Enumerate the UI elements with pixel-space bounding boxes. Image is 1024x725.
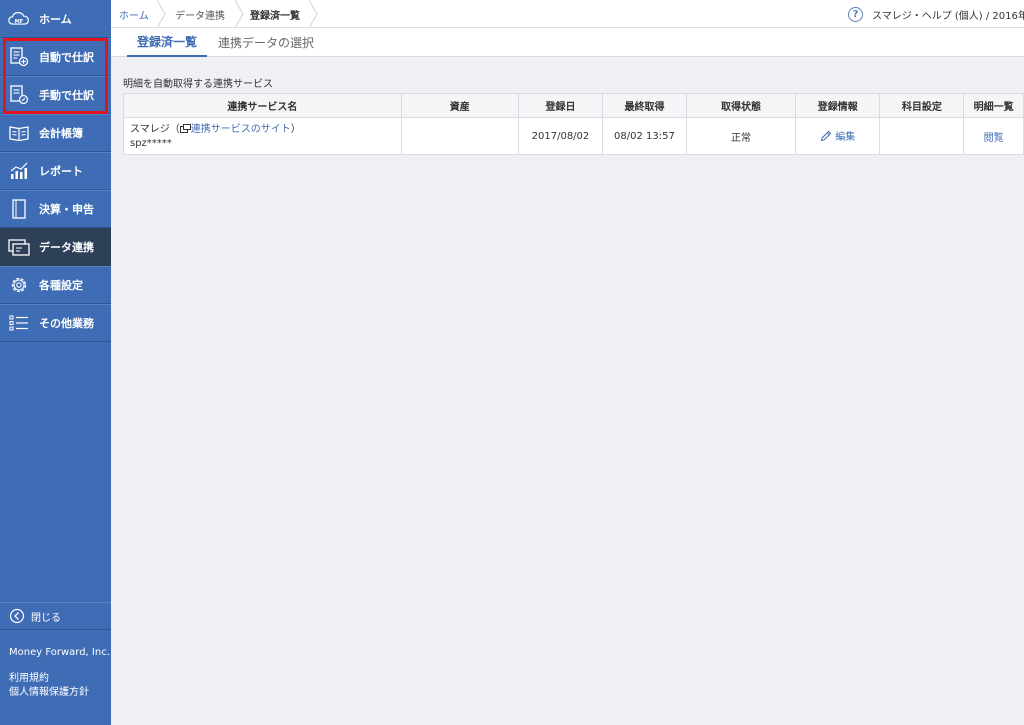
registered-date-cell: 2017/08/02 (517, 117, 604, 155)
sidebar-item-books[interactable]: 会計帳簿 (0, 114, 111, 152)
column-header-service-name: 連携サービス名 (123, 93, 402, 118)
column-header-registration-info: 登録情報 (795, 93, 881, 118)
tab-registered-list[interactable]: 登録済一覧 (127, 28, 208, 57)
sidebar: MF ホーム 自動で仕訳 手動で仕訳 会計帳簿 レポート 決算・申告 データ連携… (0, 0, 111, 725)
mf-badge-text: MF (15, 19, 24, 25)
sidebar-item-data-link[interactable]: データ連携 (0, 228, 111, 266)
cloud-mf-icon: MF (8, 8, 30, 30)
document-icon (8, 198, 30, 220)
column-header-last-fetched: 最終取得 (602, 93, 687, 118)
breadcrumb-home[interactable]: ホーム (119, 0, 149, 28)
subject-settings-cell (879, 117, 965, 155)
user-info[interactable]: スマレジ・ヘルプ (個人) / 2016年度 (872, 0, 1024, 28)
company-name: Money Forward, Inc. (9, 647, 110, 658)
breadcrumb-data-link[interactable]: データ連携 (175, 0, 225, 28)
section-title: 明細を自動取得する連携サービス (123, 79, 273, 90)
help-icon[interactable]: ? (848, 7, 863, 22)
column-header-statement-list: 明細一覧 (963, 93, 1024, 118)
sidebar-item-settlement[interactable]: 決算・申告 (0, 190, 111, 228)
service-site-link[interactable]: 連携サービスのサイト (191, 124, 291, 135)
linked-services-table: 連携サービス名 資産 登録日 最終取得 取得状態 登録情報 科目設定 明細一覧 … (123, 93, 1024, 155)
sidebar-item-label: ホーム (39, 12, 72, 26)
paren-open: （ (169, 123, 180, 135)
column-header-registered-date: 登録日 (517, 93, 604, 118)
breadcrumb-separator-icon (156, 0, 166, 28)
registration-info-cell: 編集 (795, 117, 881, 155)
tab-bar: 登録済一覧 連携データの選択 (111, 28, 1024, 57)
column-header-subject-settings: 科目設定 (879, 93, 965, 118)
top-bar: ホーム データ連携 登録済一覧 ? スマレジ・ヘルプ (個人) / 2016年度 (111, 0, 1024, 28)
table-header-row: 連携サービス名 資産 登録日 最終取得 取得状態 登録情報 科目設定 明細一覧 (123, 93, 1024, 118)
column-header-status: 取得状態 (685, 93, 797, 118)
list-icon (8, 312, 30, 334)
pencil-icon (820, 130, 832, 145)
breadcrumb-separator-icon (308, 0, 318, 28)
service-name: スマレジ (130, 123, 170, 135)
paren-close: ） (290, 123, 301, 135)
account-id: spz***** (130, 137, 172, 149)
view-link[interactable]: 閲覧 (984, 133, 1004, 144)
terms-link[interactable]: 利用規約 (9, 669, 49, 684)
sidebar-item-label: レポート (39, 165, 83, 178)
tab-select-linked-data[interactable]: 連携データの選択 (218, 28, 314, 57)
book-icon (8, 122, 30, 144)
breadcrumb-separator-icon (234, 0, 244, 28)
data-link-icon (8, 236, 30, 258)
sidebar-item-home[interactable]: MF ホーム (0, 0, 111, 38)
sidebar-item-label: その他業務 (39, 317, 94, 330)
chart-icon (8, 160, 30, 182)
sidebar-item-label: データ連携 (39, 241, 94, 254)
service-name-cell: スマレジ（ 連携サービスのサイト） spz***** (123, 117, 402, 155)
statement-list-cell: 閲覧 (963, 117, 1024, 155)
last-fetched-cell: 08/02 13:57 (602, 117, 687, 155)
column-header-asset: 資産 (400, 93, 519, 118)
edit-label: 編集 (835, 131, 856, 143)
sidebar-item-label: 会計帳簿 (39, 127, 83, 140)
asset-cell (400, 117, 519, 155)
table-row: スマレジ（ 連携サービスのサイト） spz***** 2017/08/02 08… (123, 117, 1024, 155)
chevron-left-circle-icon (9, 608, 25, 624)
sidebar-close-button[interactable]: 閉じる (0, 602, 111, 630)
sidebar-close-label: 閉じる (31, 612, 61, 624)
breadcrumb-current: 登録済一覧 (250, 10, 300, 22)
status-cell: 正常 (685, 117, 797, 155)
gear-icon (8, 274, 30, 296)
edit-button[interactable]: 編集 (820, 130, 856, 145)
sidebar-item-report[interactable]: レポート (0, 152, 111, 190)
sidebar-item-label: 決算・申告 (39, 203, 94, 216)
sidebar-item-label: 各種設定 (39, 279, 83, 292)
privacy-link[interactable]: 個人情報保護方針 (9, 683, 89, 698)
sidebar-item-settings[interactable]: 各種設定 (0, 266, 111, 304)
external-link-icon (179, 123, 191, 137)
sidebar-item-other[interactable]: その他業務 (0, 304, 111, 342)
highlight-box (3, 38, 108, 114)
